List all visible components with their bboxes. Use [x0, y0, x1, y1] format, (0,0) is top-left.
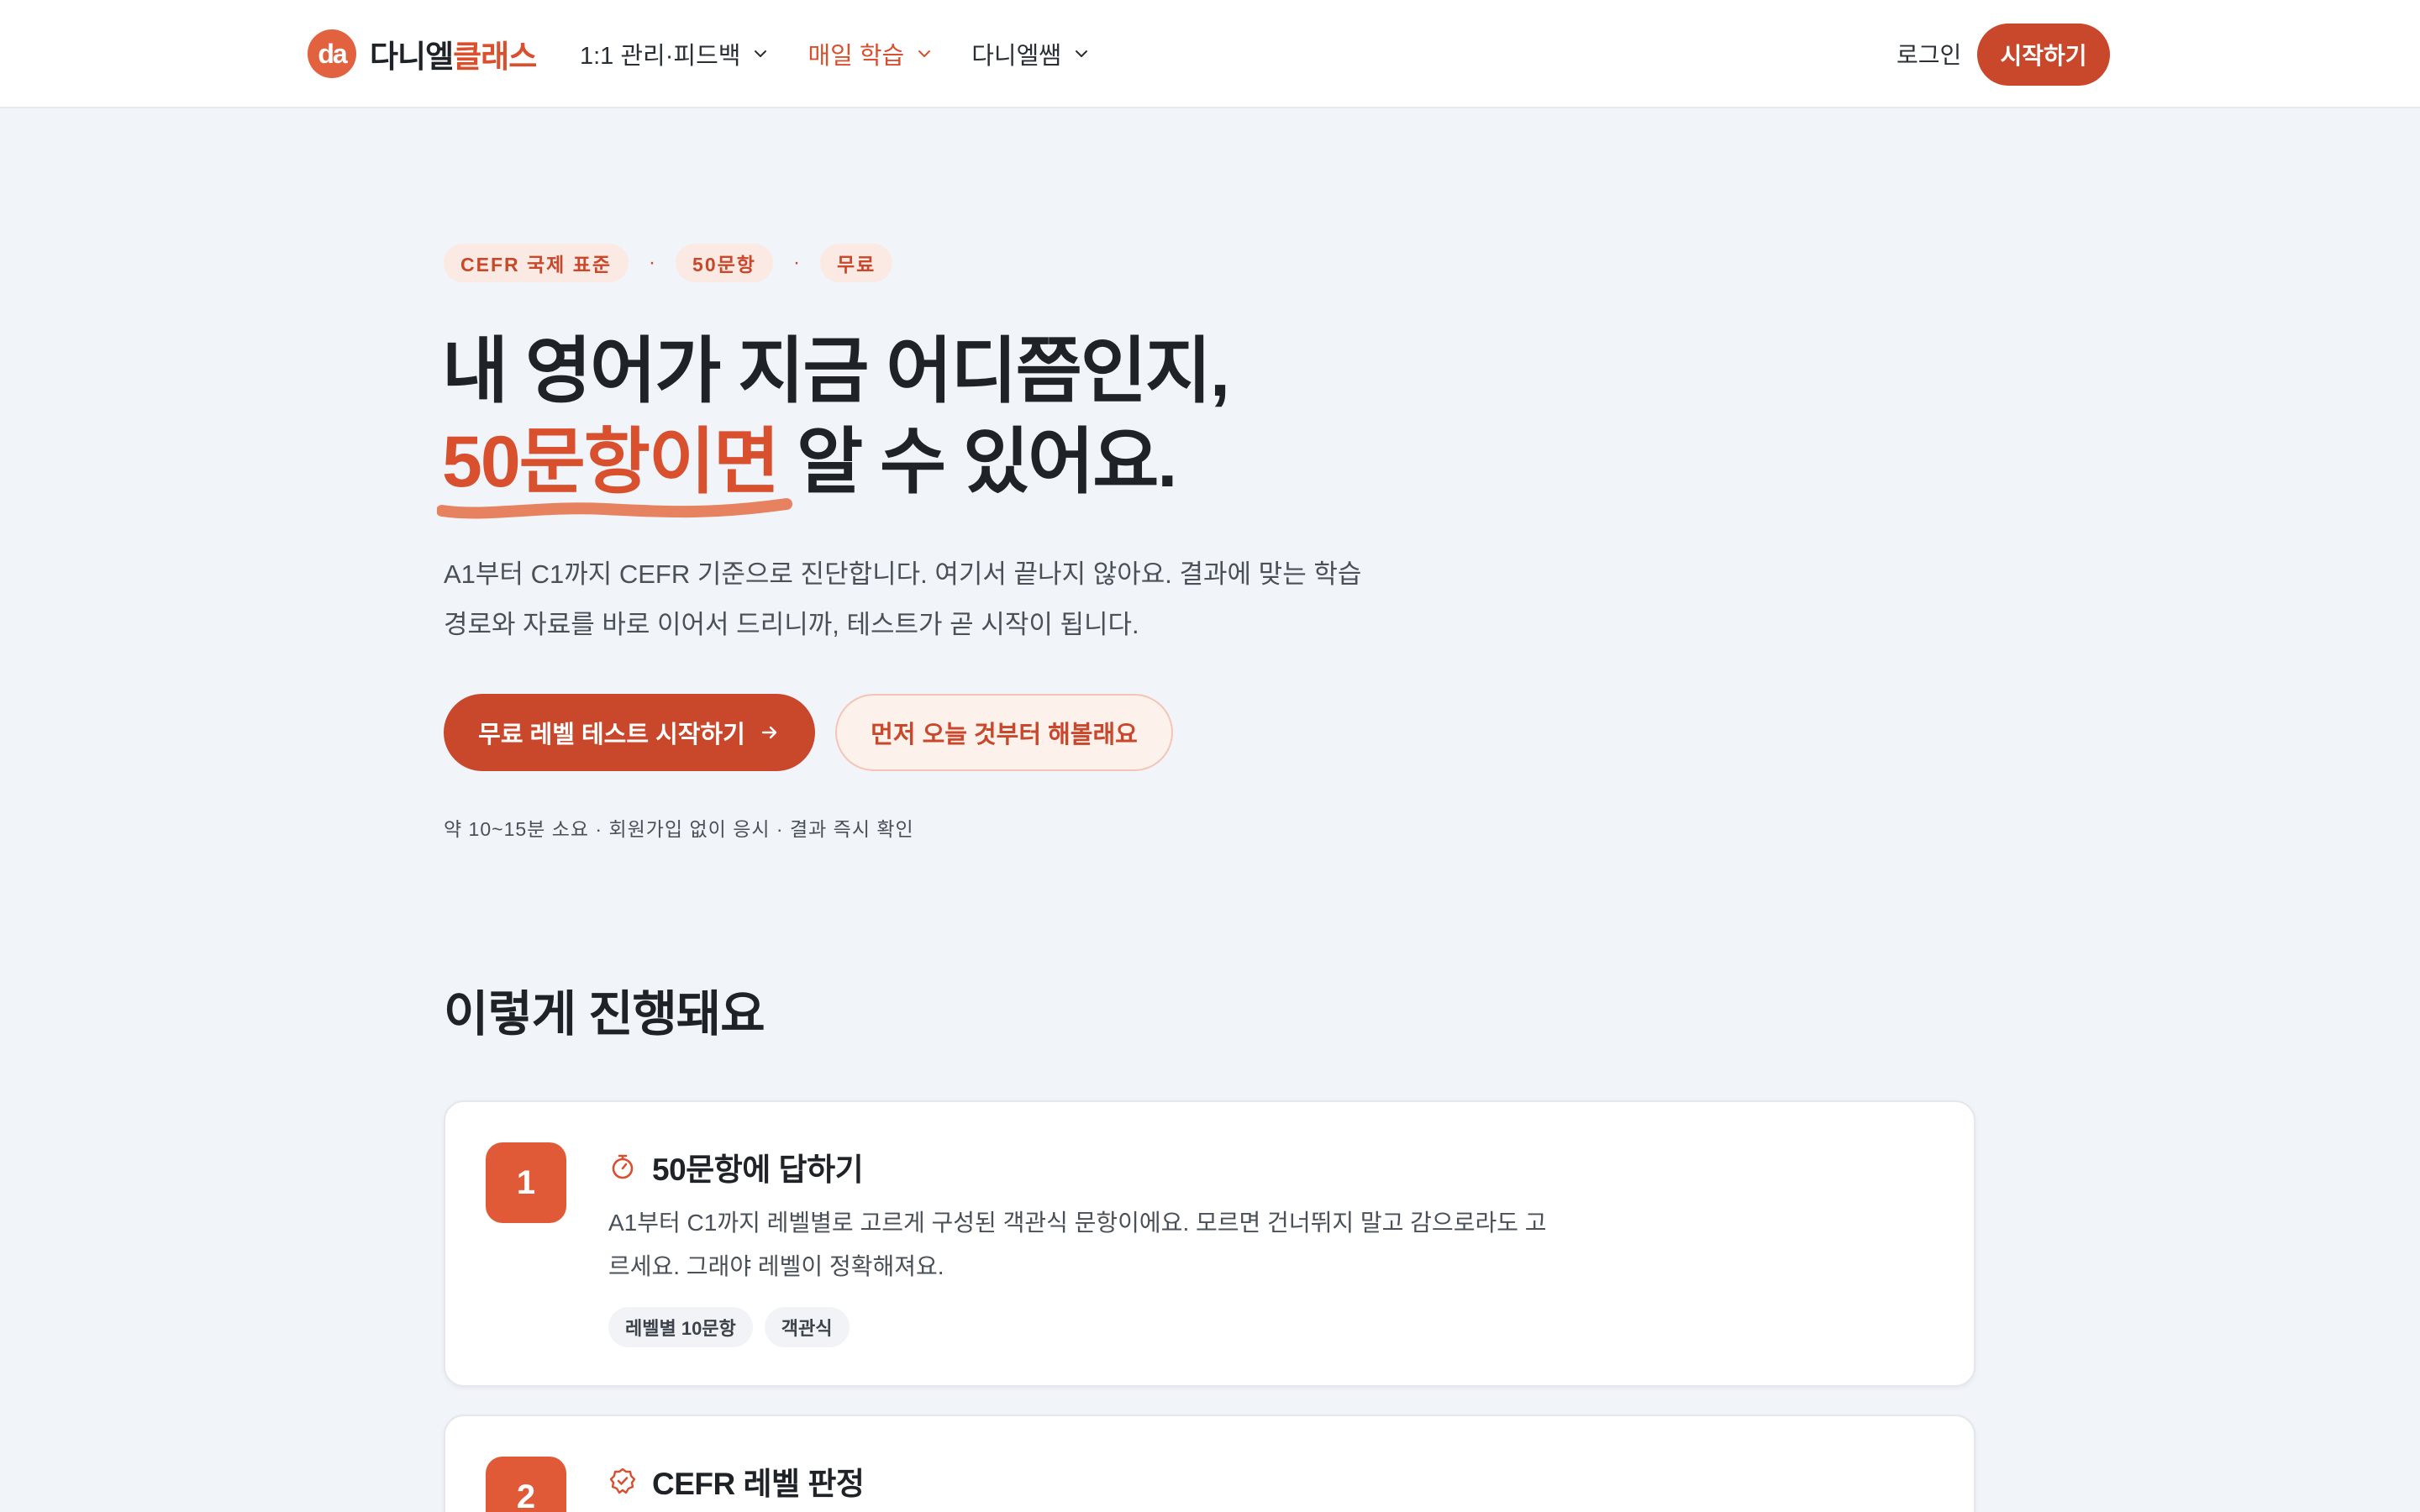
- logo-text-accent: 클래스: [453, 39, 537, 74]
- nav-item-label: 1:1 관리·피드백: [580, 43, 741, 70]
- nav-item-label: 다니엘쌤: [971, 43, 1061, 70]
- logo-mark: da: [308, 29, 356, 78]
- site-header: da 다니엘클래스 1:1 관리·피드백 매일 학습 다니엘쌤 로그인 시작하기: [0, 0, 2420, 108]
- stopwatch-icon: [608, 1152, 637, 1181]
- arrow-right-icon: [759, 722, 781, 743]
- hero-description: A1부터 C1까지 CEFR 기준으로 진단합니다. 여기서 끝나지 않아요. …: [444, 559, 1362, 639]
- step-number-badge: 1: [486, 1142, 566, 1223]
- tag: 레벨별 10문항: [608, 1307, 753, 1347]
- chip-question-count: 50문항: [676, 244, 773, 282]
- nav-item-daily-study[interactable]: 매일 학습: [808, 36, 933, 71]
- step-header: 50문항에 답하기: [608, 1146, 864, 1188]
- hero-title: 내 영어가 지금 어디쯤인지, 50문항이면 알 수 있어요.: [437, 326, 1534, 519]
- step-header: CEFR 레벨 판정: [608, 1460, 865, 1502]
- nav-item-feedback[interactable]: 1:1 관리·피드백: [580, 36, 769, 71]
- try-today-button[interactable]: 먼저 오늘 것부터 해볼래요: [835, 694, 1173, 771]
- hero-chips: CEFR 국제 표준 · 50문항 · 무료: [444, 244, 893, 282]
- chip-separator: ·: [649, 251, 656, 274]
- chevron-down-icon: [752, 45, 769, 62]
- hero-title-line2-rest: 알 수 있어요.: [778, 422, 1177, 502]
- badge-check-icon: [608, 1467, 637, 1495]
- tag: 객관식: [764, 1307, 850, 1347]
- chip-free: 무료: [819, 244, 893, 282]
- step-tags: 레벨별 10문항 객관식: [608, 1307, 861, 1347]
- hero-title-accent: 50문항이면: [437, 417, 792, 519]
- start-level-test-label: 무료 레벨 테스트 시작하기: [478, 722, 745, 748]
- login-link[interactable]: 로그인: [1897, 37, 1961, 71]
- chip-cefr: CEFR 국제 표준: [444, 244, 629, 282]
- chevron-down-icon: [916, 45, 933, 62]
- main-nav: 1:1 관리·피드백 매일 학습 다니엘쌤: [580, 34, 1128, 74]
- process-section-title: 이렇게 진행돼요: [444, 987, 765, 1042]
- start-level-test-button[interactable]: 무료 레벨 테스트 시작하기: [444, 694, 815, 771]
- cta-note: 약 10~15분 소요 · 회원가입 없이 응시 · 결과 즉시 확인: [444, 818, 914, 840]
- logo-text: 다니엘클래스: [370, 31, 537, 76]
- chip-separator: ·: [792, 251, 800, 274]
- process-step-card: 1 50문항에 답하기 A1부터 C1까지 레벨별로 고르게 구성된 객관식 문…: [444, 1100, 1975, 1387]
- chevron-down-icon: [1073, 45, 1090, 62]
- hero-title-line1: 내 영어가 지금 어디쯤인지,: [442, 331, 1230, 412]
- nav-item-daniel-teacher[interactable]: 다니엘쌤: [971, 36, 1090, 71]
- brush-underline-icon: [437, 498, 792, 519]
- nav-item-label: 매일 학습: [808, 43, 905, 70]
- step-title: 50문항에 답하기: [652, 1152, 864, 1187]
- step-description: A1부터 C1까지 레벨별로 고르게 구성된 객관식 문항이에요. 모르면 건너…: [608, 1210, 1547, 1279]
- step-title: CEFR 레벨 판정: [652, 1467, 865, 1501]
- step-number-badge: 2: [486, 1457, 566, 1512]
- logo-text-primary: 다니엘: [370, 39, 454, 74]
- logo[interactable]: da 다니엘클래스: [308, 29, 537, 79]
- start-button[interactable]: 시작하기: [1977, 24, 2110, 86]
- process-step-card: 2 CEFR 레벨 판정: [444, 1415, 1975, 1512]
